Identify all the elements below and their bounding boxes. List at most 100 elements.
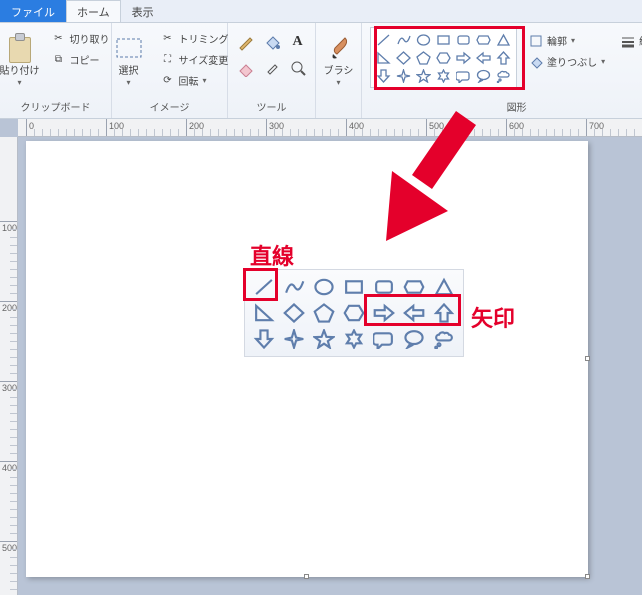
pencil-tool[interactable] — [235, 31, 257, 53]
tab-view[interactable]: 表示 — [121, 0, 165, 22]
eraser-tool[interactable] — [235, 57, 257, 79]
shape-oval[interactable] — [414, 31, 433, 48]
shape-arrow-down[interactable] — [250, 327, 278, 351]
shape-cloud-callout[interactable] — [430, 327, 458, 351]
shape-arrow-up[interactable] — [430, 301, 458, 325]
resize-handle[interactable] — [585, 356, 590, 361]
magnifier-tool[interactable] — [287, 57, 309, 79]
shape-right-triangle[interactable] — [250, 301, 278, 325]
outline-button[interactable]: 輪郭 ▾ — [525, 31, 609, 50]
shape-line[interactable] — [250, 275, 278, 299]
paste-button[interactable]: 貼り付け ▾ — [0, 27, 42, 88]
shape-star5[interactable] — [310, 327, 338, 351]
shape-rect[interactable] — [340, 275, 368, 299]
resize-handle[interactable] — [304, 574, 309, 579]
shape-arrow-left[interactable] — [400, 301, 428, 325]
shape-polygon[interactable] — [400, 275, 428, 299]
ruler-vertical: 100200300400500 — [0, 137, 18, 595]
chevron-down-icon: ▾ — [126, 78, 130, 87]
rotate-button[interactable]: ⟳ 回転 ▾ — [157, 71, 233, 90]
group-label-clipboard: クリップボード — [21, 96, 91, 118]
resize-label: サイズ変更 — [179, 52, 229, 67]
shape-oval-callout[interactable] — [400, 327, 428, 351]
paste-label: 貼り付け — [0, 66, 40, 78]
shape-star6[interactable] — [340, 327, 368, 351]
shape-star4[interactable] — [394, 67, 413, 84]
cut-button[interactable]: ✂ 切り取り — [48, 29, 114, 48]
picker-tool[interactable] — [261, 57, 283, 79]
annotation-line-label: 直線 — [250, 239, 294, 271]
crop-label: トリミング — [179, 31, 229, 46]
cut-label: 切り取り — [70, 31, 110, 46]
shape-arrow-up[interactable] — [494, 49, 513, 66]
chevron-down-icon: ▾ — [336, 78, 340, 87]
shape-diamond[interactable] — [394, 49, 413, 66]
select-icon — [113, 32, 145, 64]
rotate-icon: ⟳ — [161, 74, 175, 88]
ribbon: 貼り付け ▾ ✂ 切り取り ⧉ コピー クリップボード — [0, 22, 642, 119]
shape-round-rect[interactable] — [370, 275, 398, 299]
group-shapes: 輪郭 ▾ 塗りつぶし ▾ 線の — [362, 23, 642, 118]
shape-rounded-callout[interactable] — [370, 327, 398, 351]
copy-icon: ⧉ — [52, 53, 66, 67]
shape-arrow-right[interactable] — [454, 49, 473, 66]
copy-label: コピー — [70, 52, 100, 67]
select-button[interactable]: 選択 ▾ — [107, 27, 151, 88]
tab-file[interactable]: ファイル — [0, 0, 66, 22]
resize-handle[interactable] — [585, 574, 590, 579]
shape-line[interactable] — [374, 31, 393, 48]
shape-right-triangle[interactable] — [374, 49, 393, 66]
shape-hexagon[interactable] — [434, 49, 453, 66]
shape-star4[interactable] — [280, 327, 308, 351]
group-label-tools: ツール — [257, 96, 287, 118]
resize-button[interactable]: ⛶ サイズ変更 — [157, 50, 233, 69]
tab-strip: ファイル ホーム 表示 — [0, 0, 642, 22]
shape-curve[interactable] — [394, 31, 413, 48]
text-tool[interactable]: A — [287, 31, 309, 53]
zoom-shapes-gallery — [244, 269, 464, 357]
fill-tool[interactable] — [261, 31, 283, 53]
shape-curve[interactable] — [280, 275, 308, 299]
shape-star5[interactable] — [414, 67, 433, 84]
fill-button[interactable]: 塗りつぶし ▾ — [525, 52, 609, 71]
shape-hexagon[interactable] — [340, 301, 368, 325]
canvas[interactable]: 直線 矢印 — [26, 141, 588, 577]
shape-rect[interactable] — [434, 31, 453, 48]
group-brushes: ブラシ ▾ — [316, 23, 362, 118]
shape-rounded-callout[interactable] — [454, 67, 473, 84]
group-label-shapes: 図形 — [507, 96, 527, 118]
brush-label: ブラシ — [324, 66, 354, 78]
annotation-arrow — [356, 111, 486, 281]
select-label: 選択 — [119, 66, 139, 78]
shape-cloud-callout[interactable] — [494, 67, 513, 84]
fill-icon — [529, 55, 543, 69]
group-label-brushes — [337, 100, 340, 118]
chevron-down-icon: ▾ — [571, 36, 575, 45]
ruler-horizontal: 0100200300400500600700 — [18, 119, 642, 137]
lines-icon — [621, 34, 635, 48]
shape-triangle[interactable] — [430, 275, 458, 299]
shape-pentagon[interactable] — [414, 49, 433, 66]
chevron-down-icon: ▾ — [203, 76, 207, 85]
shape-polygon[interactable] — [474, 31, 493, 48]
copy-button[interactable]: ⧉ コピー — [48, 50, 114, 69]
scissors-icon: ✂ — [52, 32, 66, 46]
brushes-button[interactable]: ブラシ ▾ — [320, 27, 358, 88]
line-width-button[interactable]: 線の — [617, 31, 642, 50]
shape-arrow-left[interactable] — [474, 49, 493, 66]
shape-pentagon[interactable] — [310, 301, 338, 325]
shape-star6[interactable] — [434, 67, 453, 84]
shape-arrow-right[interactable] — [370, 301, 398, 325]
shape-oval[interactable] — [310, 275, 338, 299]
shape-diamond[interactable] — [280, 301, 308, 325]
crop-icon: ✂ — [161, 32, 175, 46]
shape-arrow-down[interactable] — [374, 67, 393, 84]
shape-triangle[interactable] — [494, 31, 513, 48]
group-tools: A ツール — [228, 23, 316, 118]
shapes-gallery[interactable] — [370, 27, 517, 88]
shape-oval-callout[interactable] — [474, 67, 493, 84]
tab-home[interactable]: ホーム — [66, 0, 121, 22]
shape-round-rect[interactable] — [454, 31, 473, 48]
crop-button[interactable]: ✂ トリミング — [157, 29, 233, 48]
chevron-down-icon: ▾ — [17, 78, 21, 87]
